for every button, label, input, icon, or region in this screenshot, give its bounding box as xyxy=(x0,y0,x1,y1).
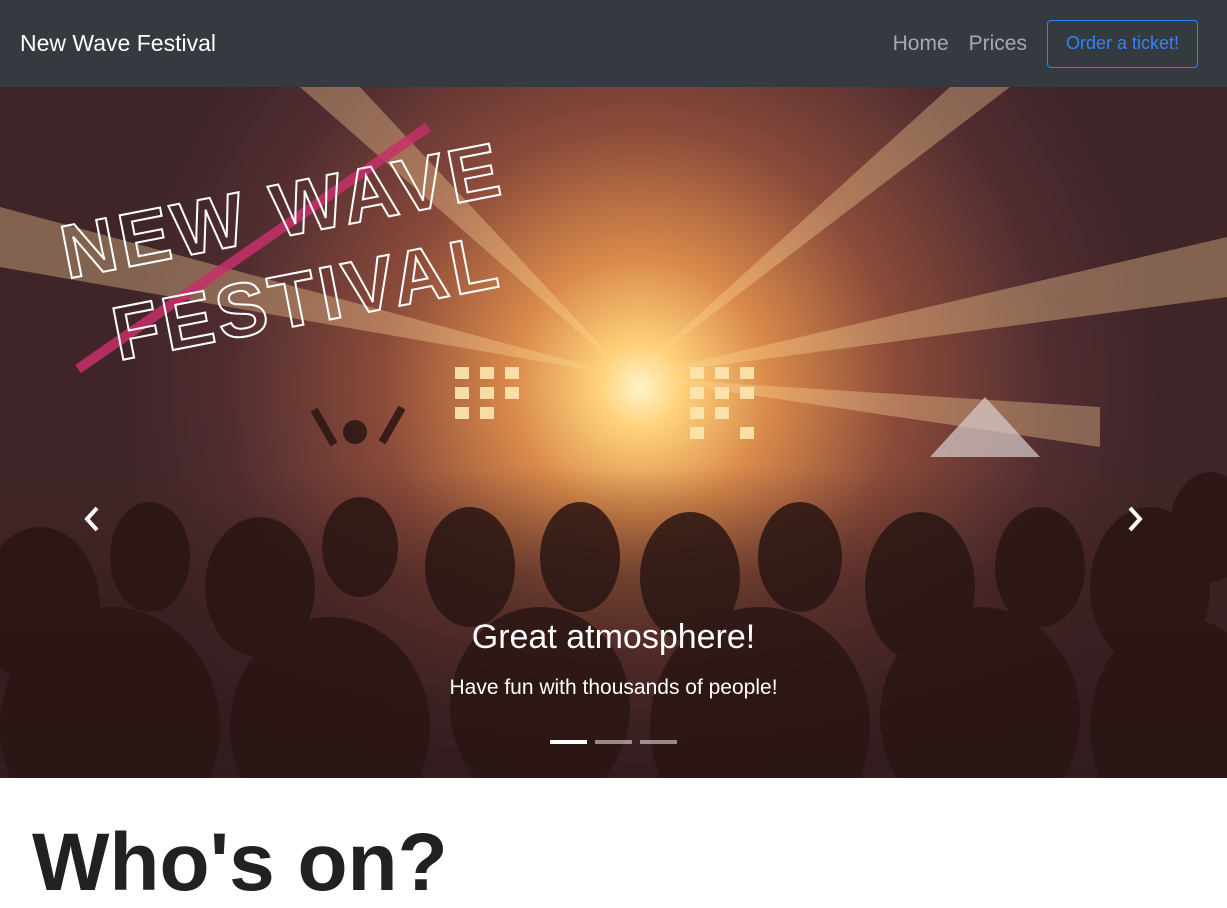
carousel-indicator-2[interactable] xyxy=(595,740,632,744)
carousel-next-button[interactable] xyxy=(1115,499,1155,539)
nav-links: Home Prices Order a ticket! xyxy=(893,19,1198,68)
carousel-caption-title: Great atmosphere! xyxy=(471,618,756,656)
hero-carousel: NEW WAVE FESTIVAL Great atmosphere! Have… xyxy=(0,87,1227,778)
carousel-prev-button[interactable] xyxy=(72,499,112,539)
navbar-brand[interactable]: New Wave Festival xyxy=(20,30,216,57)
chevron-left-icon xyxy=(84,506,99,532)
concert-crowd-image: NEW WAVE FESTIVAL xyxy=(0,87,1227,778)
carousel-indicator-1[interactable] xyxy=(550,740,587,744)
carousel-indicator-3[interactable] xyxy=(640,740,677,744)
nav-link-prices[interactable]: Prices xyxy=(969,32,1027,56)
carousel-caption-text: Have fun with thousands of people! xyxy=(449,676,778,699)
section-heading: Who's on? xyxy=(32,817,448,908)
order-ticket-button[interactable]: Order a ticket! xyxy=(1047,19,1198,68)
nav-link-home[interactable]: Home xyxy=(893,32,949,56)
navbar: New Wave Festival Home Prices Order a ti… xyxy=(0,0,1227,87)
chevron-right-icon xyxy=(1128,506,1143,532)
carousel-indicators xyxy=(550,740,685,744)
